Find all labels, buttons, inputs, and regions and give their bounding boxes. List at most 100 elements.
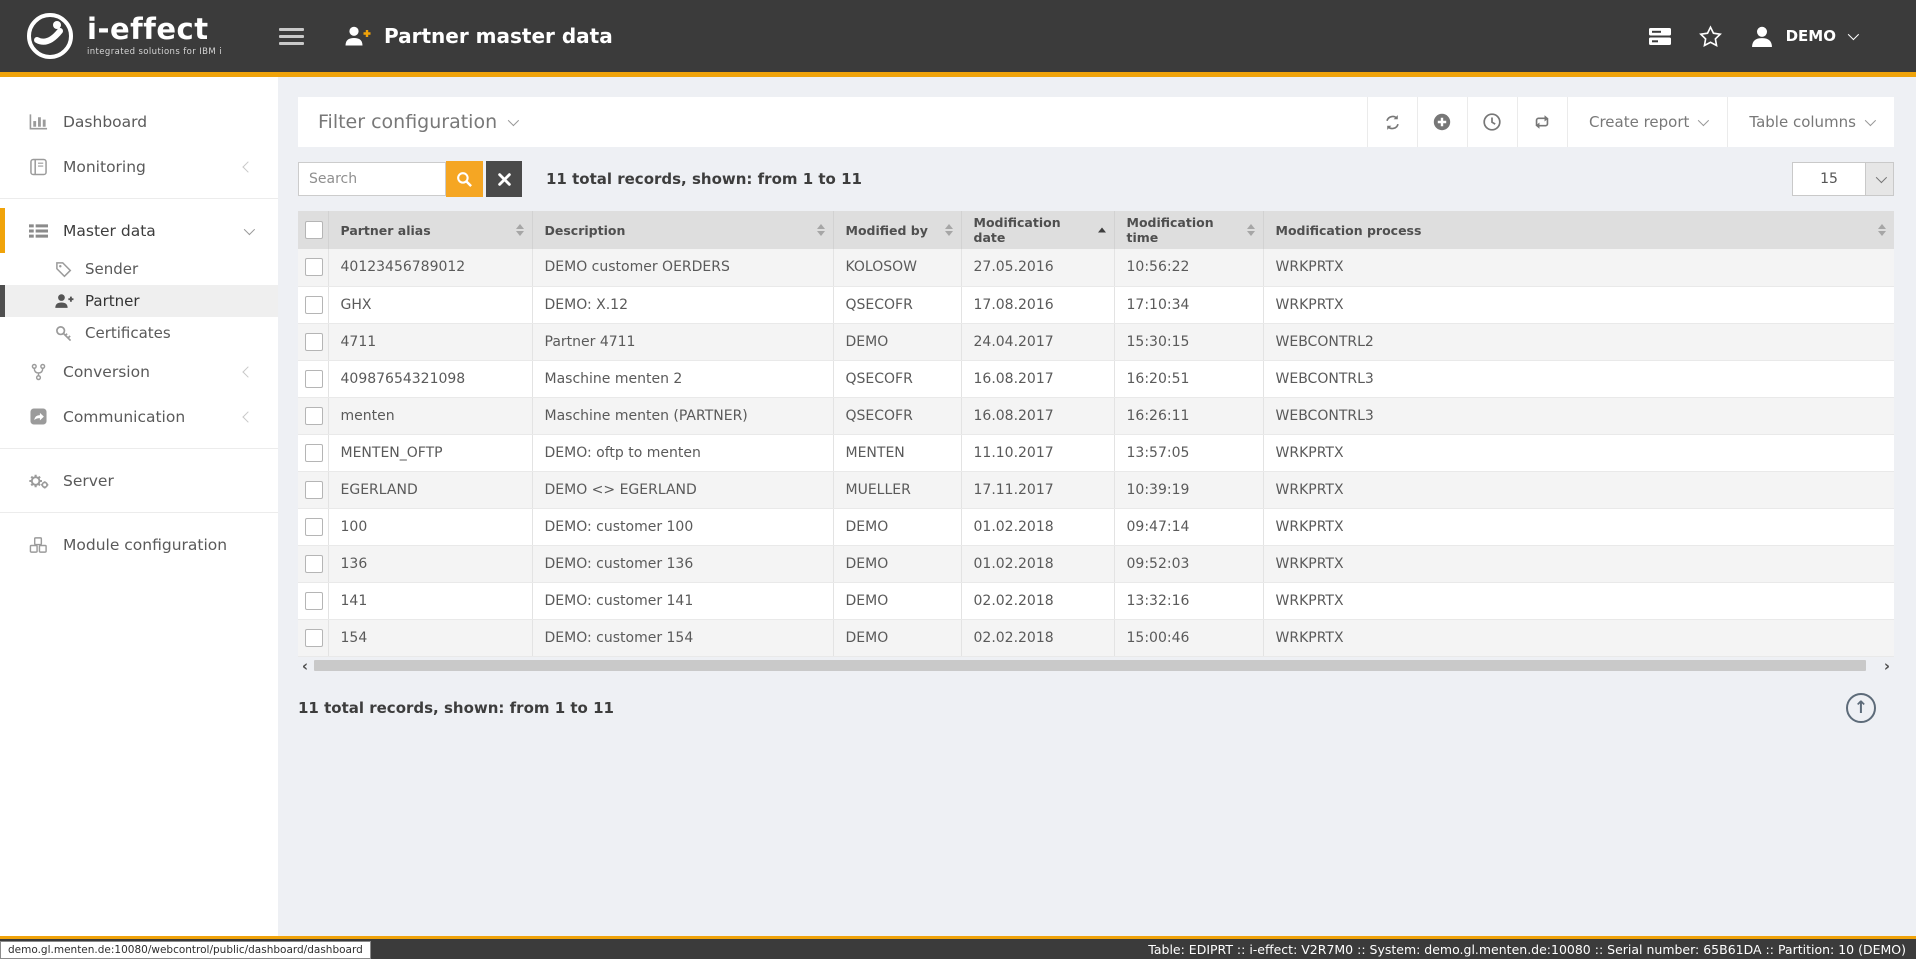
cell-date: 01.02.2018 bbox=[961, 545, 1114, 582]
add-record-button[interactable] bbox=[1417, 97, 1467, 147]
column-header-modification-time[interactable]: Modification time bbox=[1114, 211, 1263, 249]
cell-process: WRKPRTX bbox=[1263, 471, 1894, 508]
row-checkbox[interactable] bbox=[305, 370, 323, 388]
table-row[interactable]: 40123456789012DEMO customer OERDERSKOLOS… bbox=[298, 249, 1894, 286]
plus-circle-icon bbox=[1433, 113, 1451, 131]
row-checkbox[interactable] bbox=[305, 333, 323, 351]
cell-process: WRKPRTX bbox=[1263, 434, 1894, 471]
cell-description: DEMO: customer 154 bbox=[532, 619, 833, 656]
cell-modified_by: DEMO bbox=[833, 508, 961, 545]
scroll-right-button[interactable]: › bbox=[1880, 660, 1894, 672]
cell-alias: 40123456789012 bbox=[328, 249, 532, 286]
sidebar-item-partner[interactable]: Partner bbox=[0, 285, 278, 317]
chevron-left-icon bbox=[242, 161, 253, 172]
sort-arrows-icon bbox=[945, 224, 953, 236]
sidebar-item-sender[interactable]: Sender bbox=[0, 253, 278, 285]
system-status-button[interactable] bbox=[1649, 27, 1671, 46]
cubes-icon bbox=[27, 536, 50, 554]
column-header-partner-alias[interactable]: Partner alias bbox=[328, 211, 532, 249]
search-button[interactable] bbox=[446, 161, 483, 197]
table-row[interactable]: 136DEMO: customer 136DEMO01.02.201809:52… bbox=[298, 545, 1894, 582]
cell-date: 02.02.2018 bbox=[961, 582, 1114, 619]
cell-time: 15:30:15 bbox=[1114, 323, 1263, 360]
x-mark-icon bbox=[498, 173, 511, 186]
sidebar-item-label: Sender bbox=[85, 260, 138, 278]
cell-modified_by: DEMO bbox=[833, 619, 961, 656]
tags-icon bbox=[53, 261, 74, 278]
cell-process: WRKPRTX bbox=[1263, 619, 1894, 656]
table-row[interactable]: 40987654321098Maschine menten 2QSECOFR16… bbox=[298, 360, 1894, 397]
cell-alias: EGERLAND bbox=[328, 471, 532, 508]
favorites-button[interactable] bbox=[1699, 25, 1722, 47]
create-report-dropdown[interactable]: Create report bbox=[1567, 97, 1727, 147]
column-header-description[interactable]: Description bbox=[532, 211, 833, 249]
sidebar-item-monitoring[interactable]: Monitoring bbox=[0, 144, 278, 189]
row-checkbox[interactable] bbox=[305, 592, 323, 610]
clear-search-button[interactable] bbox=[486, 161, 522, 197]
column-header-modification-date[interactable]: Modification date bbox=[961, 211, 1114, 249]
cell-modified_by: QSECOFR bbox=[833, 360, 961, 397]
sidebar-item-conversion[interactable]: Conversion bbox=[0, 349, 278, 394]
user-menu[interactable]: DEMO bbox=[1750, 25, 1856, 48]
filter-configuration-dropdown[interactable]: Filter configuration bbox=[318, 111, 516, 133]
cell-process: WEBCONTRL2 bbox=[1263, 323, 1894, 360]
table-columns-dropdown[interactable]: Table columns bbox=[1727, 97, 1894, 147]
page-size-select[interactable]: 15 bbox=[1792, 162, 1894, 196]
sort-arrows-icon bbox=[817, 224, 825, 236]
refresh-button[interactable] bbox=[1367, 97, 1417, 147]
cell-date: 27.05.2016 bbox=[961, 249, 1114, 286]
sidebar-divider bbox=[0, 448, 278, 449]
chevron-down-icon bbox=[1698, 115, 1709, 126]
menu-toggle-button[interactable] bbox=[279, 28, 304, 45]
brand: i-effect integrated solutions for IBM i bbox=[24, 10, 249, 62]
sidebar-item-label: Module configuration bbox=[63, 536, 227, 554]
sidebar-item-certificates[interactable]: Certificates bbox=[0, 317, 278, 349]
row-checkbox[interactable] bbox=[305, 296, 323, 314]
transfer-button[interactable] bbox=[1517, 97, 1567, 147]
server-icon bbox=[1649, 27, 1671, 46]
scroll-to-top-button[interactable]: ↑ bbox=[1846, 693, 1876, 723]
search-input[interactable] bbox=[298, 162, 446, 196]
cell-modified_by: MENTEN bbox=[833, 434, 961, 471]
cell-process: WRKPRTX bbox=[1263, 249, 1894, 286]
sidebar-item-dashboard[interactable]: Dashboard bbox=[0, 99, 278, 144]
chevron-left-icon bbox=[242, 366, 253, 377]
table-row[interactable]: 100DEMO: customer 100DEMO01.02.201809:47… bbox=[298, 508, 1894, 545]
cell-process: WRKPRTX bbox=[1263, 508, 1894, 545]
cell-alias: 4711 bbox=[328, 323, 532, 360]
history-button[interactable] bbox=[1467, 97, 1517, 147]
sidebar: Dashboard Monitoring Master data Sender bbox=[0, 77, 278, 959]
row-checkbox[interactable] bbox=[305, 518, 323, 536]
sidebar-item-module-configuration[interactable]: Module configuration bbox=[0, 522, 278, 567]
cell-modified_by: DEMO bbox=[833, 582, 961, 619]
cell-time: 17:10:34 bbox=[1114, 286, 1263, 323]
row-checkbox[interactable] bbox=[305, 444, 323, 462]
cell-modified_by: MUELLER bbox=[833, 471, 961, 508]
table-row[interactable]: 141DEMO: customer 141DEMO02.02.201813:32… bbox=[298, 582, 1894, 619]
cell-process: WEBCONTRL3 bbox=[1263, 360, 1894, 397]
row-checkbox[interactable] bbox=[305, 555, 323, 573]
column-header-modification-process[interactable]: Modification process bbox=[1263, 211, 1894, 249]
row-checkbox[interactable] bbox=[305, 407, 323, 425]
horizontal-scrollbar: ‹ › bbox=[298, 659, 1894, 673]
sidebar-item-master-data[interactable]: Master data bbox=[0, 208, 278, 253]
sidebar-item-server[interactable]: Server bbox=[0, 458, 278, 503]
scrollbar-thumb[interactable] bbox=[314, 660, 1866, 671]
table-row[interactable]: EGERLANDDEMO <> EGERLANDMUELLER17.11.201… bbox=[298, 471, 1894, 508]
row-checkbox[interactable] bbox=[305, 481, 323, 499]
table-row[interactable]: mentenMaschine menten (PARTNER)QSECOFR16… bbox=[298, 397, 1894, 434]
column-header-modified-by[interactable]: Modified by bbox=[833, 211, 961, 249]
sidebar-divider bbox=[0, 512, 278, 513]
cell-time: 16:26:11 bbox=[1114, 397, 1263, 434]
table-row[interactable]: 4711Partner 4711DEMO24.04.201715:30:15WE… bbox=[298, 323, 1894, 360]
table-row[interactable]: MENTEN_OFTPDEMO: oftp to mentenMENTEN11.… bbox=[298, 434, 1894, 471]
row-checkbox[interactable] bbox=[305, 258, 323, 276]
sidebar-item-communication[interactable]: Communication bbox=[0, 394, 278, 439]
select-all-checkbox[interactable] bbox=[305, 221, 323, 239]
table-body: 40123456789012DEMO customer OERDERSKOLOS… bbox=[298, 249, 1894, 656]
table-row[interactable]: GHXDEMO: X.12QSECOFR17.08.201617:10:34WR… bbox=[298, 286, 1894, 323]
row-checkbox[interactable] bbox=[305, 629, 323, 647]
scroll-left-button[interactable]: ‹ bbox=[298, 660, 312, 672]
cell-process: WEBCONTRL3 bbox=[1263, 397, 1894, 434]
table-row[interactable]: 154DEMO: customer 154DEMO02.02.201815:00… bbox=[298, 619, 1894, 656]
